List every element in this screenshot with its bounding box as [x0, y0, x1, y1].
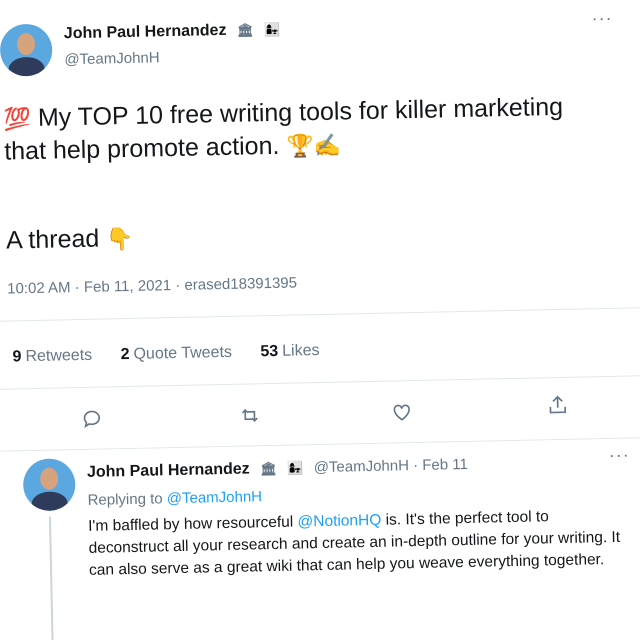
divider: [0, 307, 640, 322]
retweets-label: Retweets: [25, 346, 93, 366]
tweet-text-line1: My TOP 10 free writing tools for killer …: [37, 92, 564, 132]
tweet-card: John Paul Hernandez 🏛 👩‍👧 @TeamJohnH ···…: [0, 0, 640, 640]
reply-text: I'm baffled by how resourceful @NotionHQ…: [88, 505, 629, 582]
family-badge-icon: 👩‍👧: [263, 21, 281, 37]
replying-handle-link[interactable]: @TeamJohnH: [167, 488, 263, 507]
replying-label: Replying to: [87, 490, 163, 509]
more-options-icon[interactable]: ···: [591, 8, 612, 29]
reply-more-options-icon[interactable]: ···: [609, 445, 630, 466]
share-icon[interactable]: [543, 391, 572, 420]
likes-stat[interactable]: 53 Likes: [260, 342, 343, 361]
reply-author-avatar[interactable]: [22, 458, 76, 512]
trophy-writing-emoji: 🏆✍: [286, 132, 342, 159]
tweet-text-line2: that help promote action.: [3, 131, 280, 166]
likes-count: 53: [260, 342, 279, 361]
notion-mention-link[interactable]: @NotionHQ: [297, 512, 381, 531]
quotes-label: Quote Tweets: [133, 343, 233, 363]
author-avatar[interactable]: [0, 23, 53, 77]
thread-text: A thread 👇: [6, 222, 134, 258]
author-name-text: John Paul Hernandez: [63, 21, 227, 43]
retweets-count: 9: [12, 348, 22, 366]
tweet-actions: [0, 389, 640, 443]
hundred-points-emoji: 💯: [3, 106, 32, 132]
tweet-page: John Paul Hernandez 🏛 👩‍👧 @TeamJohnH ···…: [0, 0, 640, 640]
retweets-stat[interactable]: 9 Retweets: [12, 346, 116, 366]
thread-connector-line: [48, 516, 55, 640]
quotes-count: 2: [120, 345, 130, 364]
government-badge-icon: 🏛: [236, 22, 254, 38]
reply-icon[interactable]: [78, 405, 107, 434]
author-handle[interactable]: @TeamJohnH: [64, 49, 160, 68]
replying-to: Replying to @TeamJohnH: [87, 488, 262, 509]
divider: [0, 374, 640, 390]
author-name[interactable]: John Paul Hernandez 🏛 👩‍👧: [64, 21, 281, 44]
like-icon[interactable]: [388, 398, 417, 427]
government-badge-icon: 🏛: [259, 460, 277, 477]
thread-label: A thread: [5, 224, 100, 255]
quotes-stat[interactable]: 2 Quote Tweets: [120, 343, 256, 363]
reply-author-name[interactable]: John Paul Hernandez 🏛 👩‍👧 @TeamJohnH · F…: [87, 456, 468, 482]
likes-label: Likes: [281, 342, 320, 360]
tweet-text: 💯 My TOP 10 free writing tools for kille…: [3, 90, 604, 169]
reply-handle-date[interactable]: @TeamJohnH · Feb 11: [314, 456, 469, 476]
reply-text-part1: I'm baffled by how resourceful: [87, 513, 294, 535]
family-badge-icon: 👩‍👧: [286, 460, 304, 476]
pointing-down-emoji: 👇: [105, 225, 134, 252]
reply-tweet[interactable]: John Paul Hernandez 🏛 👩‍👧 @TeamJohnH · F…: [0, 437, 640, 640]
tweet-stats: 9 Retweets 2 Quote Tweets 53 Likes: [12, 342, 343, 367]
reply-author-name-text: John Paul Hernandez: [86, 460, 250, 481]
tweet-timestamp[interactable]: 10:02 AM · Feb 11, 2021 · erased18391395: [7, 274, 297, 297]
retweet-icon[interactable]: [236, 401, 265, 430]
